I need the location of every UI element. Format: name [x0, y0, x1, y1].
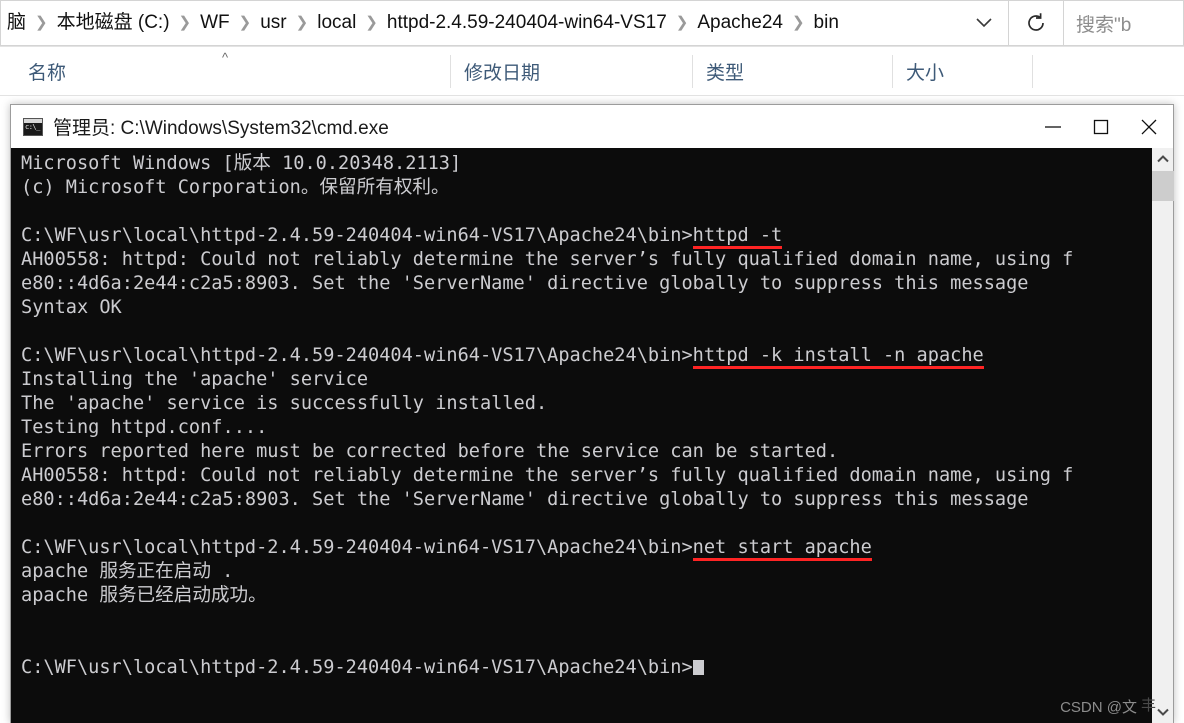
- column-header[interactable]: 名称: [14, 47, 464, 96]
- window-title: 管理员: C:\Windows\System32\cmd.exe: [53, 118, 389, 139]
- breadcrumb-separator-icon: ❯: [35, 14, 48, 31]
- column-header[interactable]: 类型: [692, 47, 892, 96]
- command-prompt-window: 管理员: C:\Windows\System32\cmd.exe Microso…: [10, 104, 1174, 723]
- console-command-line: C:\WF\usr\local\httpd-2.4.59-240404-win6…: [21, 344, 1151, 368]
- breadcrumb-separator-icon: ❯: [365, 14, 378, 31]
- breadcrumb-separator-icon: ❯: [295, 14, 309, 31]
- minimize-icon[interactable]: [1029, 105, 1077, 148]
- console-active-prompt-line: C:\WF\usr\local\httpd-2.4.59-240404-win6…: [21, 656, 1151, 680]
- console-command-line: C:\WF\usr\local\httpd-2.4.59-240404-win6…: [21, 224, 1151, 248]
- console-prompt: C:\WF\usr\local\httpd-2.4.59-240404-win6…: [21, 537, 693, 558]
- breadcrumb-separator-icon: ❯: [675, 14, 689, 31]
- breadcrumb-item[interactable]: httpd-2.4.59-240404-win64-VS17: [383, 9, 671, 37]
- console-prompt: C:\WF\usr\local\httpd-2.4.59-240404-win6…: [21, 345, 693, 366]
- console-scrollbar[interactable]: [1151, 148, 1174, 723]
- column-header[interactable]: 大小: [892, 47, 1032, 96]
- console-command: net start apache: [692, 537, 872, 558]
- console-output-line: The 'apache' service is successfully ins…: [21, 393, 548, 414]
- scroll-up-icon[interactable]: [1152, 148, 1174, 170]
- breadcrumb[interactable]: 脑 ❯ 本地磁盘 (C:) ❯ WF ❯ usr ❯ local ❯ httpd-2.4.59-24…: [0, 0, 960, 46]
- close-icon[interactable]: [1125, 105, 1173, 148]
- console-output-line: apache 服务已经启动成功。: [21, 585, 267, 606]
- console-output-line: AH00558: httpd: Could not reliably deter…: [21, 249, 1074, 270]
- console-output-line: Errors reported here must be corrected b…: [21, 441, 839, 462]
- breadcrumb-separator-icon: ❯: [791, 14, 805, 31]
- console-body: Microsoft Windows [版本 10.0.20348.2113] (c…: [11, 148, 1174, 723]
- breadcrumb-item[interactable]: 脑: [3, 9, 30, 37]
- watermark-text: CSDN @文: [1060, 699, 1137, 716]
- breadcrumb-item[interactable]: 本地磁盘 (C:): [53, 9, 174, 37]
- text-cursor: [692, 660, 704, 675]
- console-text-surface[interactable]: Microsoft Windows [版本 10.0.20348.2113] (c…: [11, 148, 1151, 723]
- breadcrumb-item[interactable]: local: [313, 9, 360, 37]
- chevron-down-icon[interactable]: [960, 0, 1008, 46]
- breadcrumb-item[interactable]: Apache24: [693, 9, 787, 37]
- console-prompt: C:\WF\usr\local\httpd-2.4.59-240404-win6…: [21, 657, 693, 678]
- maximize-icon[interactable]: [1077, 105, 1125, 148]
- console-command-line: C:\WF\usr\local\httpd-2.4.59-240404-win6…: [21, 536, 1151, 560]
- cmd-title-bar[interactable]: 管理员: C:\Windows\System32\cmd.exe: [11, 105, 1173, 148]
- console-command: httpd -k install -n apache: [692, 345, 984, 366]
- watermark: CSDN @文: [1060, 696, 1137, 717]
- console-output-line: Syntax OK: [21, 297, 122, 318]
- column-header[interactable]: 修改日期: [450, 47, 692, 96]
- breadcrumb-item[interactable]: bin: [810, 9, 843, 37]
- cmd-console-icon: [23, 117, 43, 136]
- console-prompt: C:\WF\usr\local\httpd-2.4.59-240404-win6…: [21, 225, 693, 246]
- search-input[interactable]: 搜索"b: [1064, 0, 1184, 46]
- breadcrumb-item[interactable]: WF: [196, 9, 234, 37]
- console-output: Microsoft Windows [版本 10.0.20348.2113] (c…: [21, 152, 1151, 680]
- address-bar: 脑 ❯ 本地磁盘 (C:) ❯ WF ❯ usr ❯ local ❯ httpd-2.4.59-24…: [0, 0, 1184, 47]
- console-output-line: Testing httpd.conf....: [21, 417, 268, 438]
- breadcrumb-separator-icon: ❯: [178, 14, 192, 31]
- search-placeholder: 搜索"b: [1076, 14, 1132, 36]
- column-header-row: 名称 修改日期 类型 大小: [0, 47, 1184, 96]
- sort-indicator-icon: ^: [222, 50, 229, 65]
- column-divider[interactable]: [1032, 55, 1033, 88]
- console-command: httpd -t: [692, 225, 783, 246]
- console-output-line: e80::4d6a:2e44:c2a5:8903. Set the 'Serve…: [21, 489, 1029, 510]
- console-output-line: apache 服务正在启动 .: [21, 561, 234, 582]
- scrollbar-thumb[interactable]: [1152, 171, 1174, 201]
- console-output-line: (c) Microsoft Corporation。保留所有权利。: [21, 177, 450, 198]
- console-output-line: Installing the 'apache' service: [21, 369, 369, 390]
- console-output-line: AH00558: httpd: Could not reliably deter…: [21, 465, 1074, 486]
- console-output-line: e80::4d6a:2e44:c2a5:8903. Set the 'Serve…: [21, 273, 1029, 294]
- refresh-icon[interactable]: [1008, 0, 1064, 46]
- breadcrumb-separator-icon: ❯: [238, 14, 252, 31]
- watermark-tail: 丰: [1141, 697, 1157, 714]
- console-output-line: Microsoft Windows [版本 10.0.20348.2113]: [21, 153, 462, 174]
- breadcrumb-item[interactable]: usr: [256, 9, 290, 37]
